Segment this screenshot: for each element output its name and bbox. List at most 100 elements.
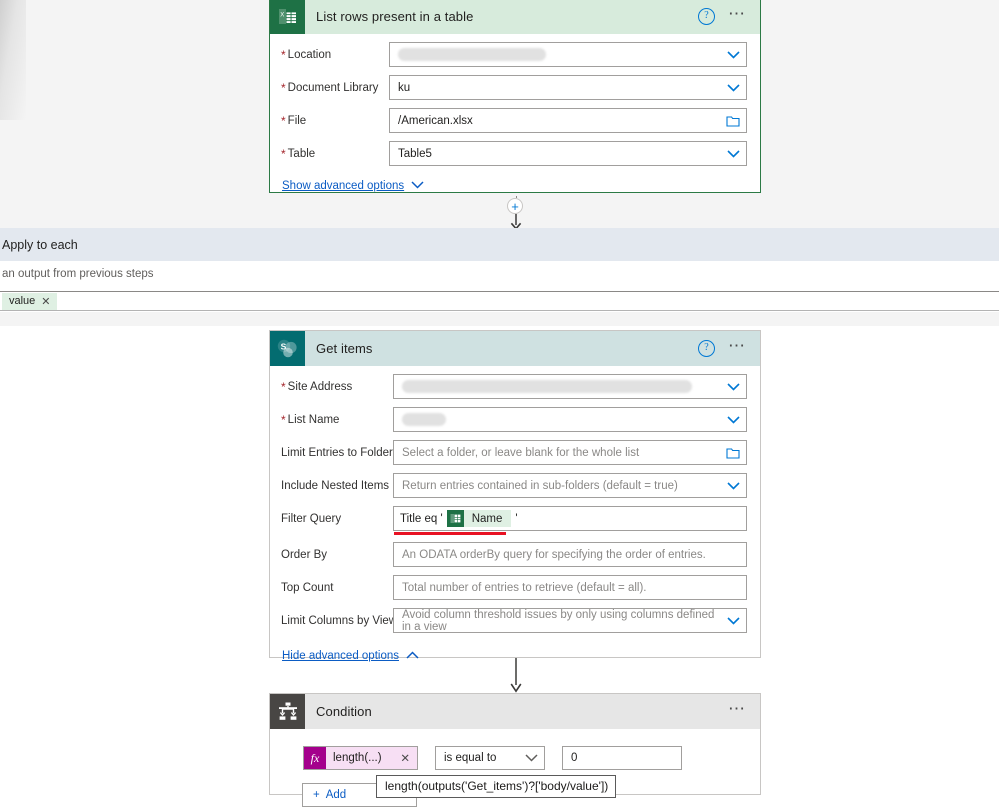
apply-to-each-subtitle: an output from previous steps: [2, 268, 154, 280]
card-header-get-items[interactable]: S Get items ? ⋯: [270, 331, 760, 366]
canvas-corner-shadow: [0, 0, 26, 120]
condition-right-operand[interactable]: 0: [562, 746, 682, 770]
field-label-document-library: * Document Library: [281, 80, 379, 95]
apply-to-each-subsection: an output from previous steps: [0, 261, 999, 291]
list-name-input[interactable]: [393, 407, 747, 432]
folder-picker-icon[interactable]: [720, 447, 746, 459]
expression-token[interactable]: length(...) ✕: [326, 747, 417, 769]
limit-entries-to-folder-input[interactable]: Select a folder, or leave blank for the …: [393, 440, 747, 465]
field-label-limit-entries-to-folder: Limit Entries to Folder: [281, 446, 393, 459]
field-row-location: * Location: [281, 42, 747, 67]
card-title-condition: Condition: [316, 704, 372, 719]
chevron-down-icon[interactable]: [720, 382, 746, 391]
field-label-file: * File: [281, 113, 307, 128]
field-row-include-nested-items: Include Nested Items Return entries cont…: [281, 473, 747, 498]
required-marker: *: [281, 412, 286, 427]
help-icon[interactable]: ?: [698, 8, 715, 25]
excel-glyph: X: [279, 9, 296, 24]
redacted-value: [398, 48, 546, 61]
condition-operator-select[interactable]: is equal to: [435, 746, 545, 770]
chevron-down-icon[interactable]: [720, 149, 746, 158]
apply-to-each-header[interactable]: Apply to each: [0, 228, 999, 261]
excel-icon: [446, 510, 464, 527]
document-library-input[interactable]: ku: [389, 75, 747, 100]
plus-icon: +: [313, 789, 320, 801]
condition-operator-value: is equal to: [444, 752, 497, 764]
more-options-icon[interactable]: ⋯: [728, 700, 747, 719]
top-count-input[interactable]: Total number of entries to retrieve (def…: [393, 575, 747, 600]
show-advanced-options-label: Show advanced options: [282, 180, 405, 192]
excel-glyph-small: [450, 514, 461, 523]
condition-icon: [270, 694, 305, 729]
connector-insert-step: +: [507, 196, 525, 230]
sharepoint-icon: S: [270, 331, 305, 366]
field-row-limit-columns-by-view: Limit Columns by View Avoid column thres…: [281, 608, 747, 633]
field-label-site-address: * Site Address: [281, 379, 353, 394]
card-body-list-rows: * Location * Document Library ku * File /Am…: [270, 34, 760, 192]
field-label-filter-query: Filter Query: [281, 512, 342, 525]
validation-error-underline: [394, 532, 506, 535]
filter-query-input[interactable]: Title eq ' Name ': [393, 506, 747, 535]
order-by-input[interactable]: An ODATA orderBy query for specifying th…: [393, 542, 747, 567]
chevron-down-icon[interactable]: [720, 481, 746, 490]
card-body-get-items: * Site Address * List Name Limit Entries t…: [270, 366, 760, 662]
field-label-limit-columns-by-view: Limit Columns by View: [281, 614, 398, 627]
show-advanced-options-link[interactable]: Show advanced options: [281, 174, 747, 192]
include-nested-placeholder: Return entries contained in sub-folders …: [402, 479, 678, 492]
required-marker: *: [281, 80, 286, 95]
required-marker: *: [281, 146, 286, 161]
field-row-order-by: Order By An ODATA orderBy query for spec…: [281, 542, 747, 567]
condition-add-label: Add: [325, 789, 347, 801]
limit-columns-by-view-input[interactable]: Avoid column threshold issues by only us…: [393, 608, 747, 633]
limit-entries-placeholder: Select a folder, or leave blank for the …: [402, 446, 640, 459]
chevron-down-icon[interactable]: [720, 50, 746, 59]
apply-to-each-input[interactable]: value ✕: [0, 291, 999, 311]
chevron-down-icon[interactable]: [720, 616, 746, 625]
action-card-get-items[interactable]: S Get items ? ⋯ * Site Address * List Name: [269, 330, 761, 662]
help-icon[interactable]: ?: [698, 340, 715, 357]
token-chip-name[interactable]: Name: [463, 510, 512, 527]
card-title-list-rows: List rows present in a table: [316, 9, 474, 24]
token-chip-value[interactable]: value ✕: [2, 292, 57, 310]
more-options-icon[interactable]: ⋯: [728, 5, 747, 24]
document-library-value: ku: [398, 81, 411, 94]
location-input[interactable]: [389, 42, 747, 67]
remove-token-icon[interactable]: ✕: [400, 751, 410, 765]
field-row-file: * File /American.xlsx: [281, 108, 747, 133]
top-count-placeholder: Total number of entries to retrieve (def…: [402, 581, 647, 594]
field-row-top-count: Top Count Total number of entries to ret…: [281, 575, 747, 600]
field-row-filter-query: Filter Query Title eq ' Name ': [281, 506, 747, 535]
file-value: /American.xlsx: [398, 114, 473, 127]
condition-left-operand[interactable]: fx length(...) ✕: [303, 746, 418, 770]
file-input[interactable]: /American.xlsx: [389, 108, 747, 133]
redacted-value: [402, 380, 692, 393]
chevron-down-icon: [411, 180, 424, 192]
remove-token-icon[interactable]: ✕: [41, 295, 50, 308]
action-card-list-rows[interactable]: X List rows present in a table ? ⋯ * Loca…: [269, 0, 761, 193]
expression-token-label: length(...): [333, 752, 382, 764]
field-label-order-by: Order By: [281, 548, 328, 561]
connector-to-condition: [508, 658, 524, 693]
card-header-condition[interactable]: Condition ⋯: [270, 694, 760, 729]
site-address-input[interactable]: [393, 374, 747, 399]
filter-query-suffix: ': [515, 512, 518, 525]
plus-icon[interactable]: +: [507, 198, 523, 214]
field-row-document-library: * Document Library ku: [281, 75, 747, 100]
field-label-top-count: Top Count: [281, 581, 334, 594]
chevron-down-icon[interactable]: [720, 83, 746, 92]
include-nested-items-input[interactable]: Return entries contained in sub-folders …: [393, 473, 747, 498]
svg-text:S: S: [281, 342, 287, 352]
apply-to-each-title: Apply to each: [2, 237, 78, 252]
condition-value: 0: [571, 752, 578, 764]
required-marker: *: [281, 379, 286, 394]
chevron-down-icon[interactable]: [518, 754, 544, 762]
field-row-list-name: * List Name: [281, 407, 747, 432]
folder-picker-icon[interactable]: [720, 115, 746, 127]
more-options-icon[interactable]: ⋯: [728, 337, 747, 356]
chevron-down-icon[interactable]: [720, 415, 746, 424]
excel-icon: X: [270, 0, 305, 34]
table-input[interactable]: Table5: [389, 141, 747, 166]
card-header-list-rows[interactable]: X List rows present in a table ? ⋯: [270, 0, 760, 34]
condition-expression-row: fx length(...) ✕ is equal to 0: [270, 729, 760, 770]
field-label-include-nested-items: Include Nested Items: [281, 479, 390, 492]
